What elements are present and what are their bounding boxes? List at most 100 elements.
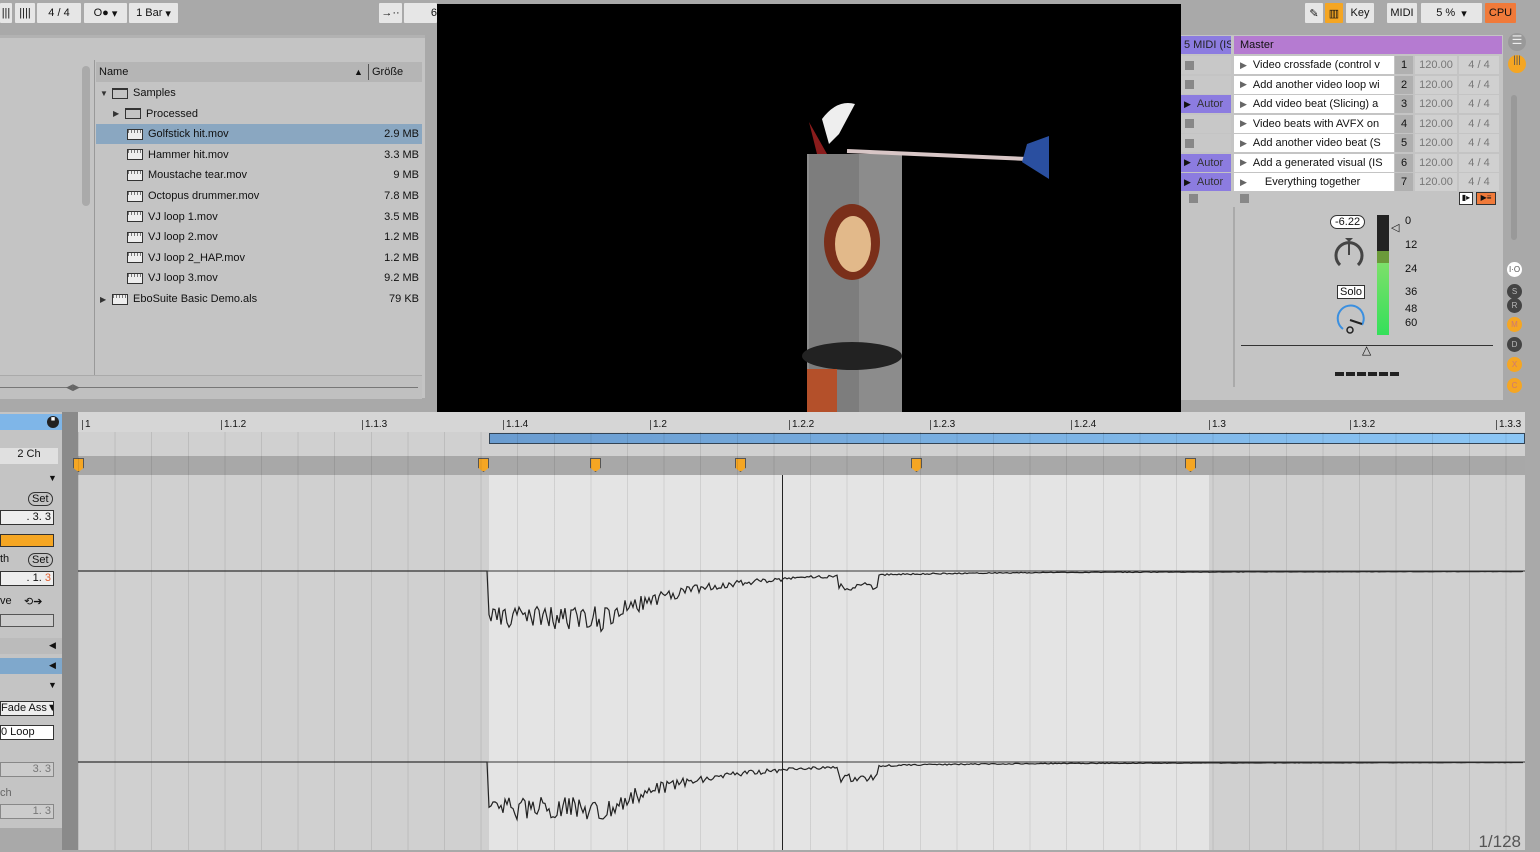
scene-launch-icon[interactable]: ▶ [1234,177,1253,188]
scene-row[interactable]: ▶ Autor ▶ Add video beat (Slicing) a 3 120.00… [1181,95,1503,114]
time-signature[interactable]: 4 / 4 [37,3,81,23]
menu-icon[interactable]: ☰ [1508,33,1526,51]
scene-signature[interactable]: 4 / 4 [1459,134,1499,152]
clip-play-icon[interactable]: ▶ [1181,99,1197,110]
scene-name[interactable]: Video crossfade (control v [1253,59,1380,71]
scene-row[interactable]: ▶ Add another video beat (S 5 120.00 4 / 4 [1181,134,1503,153]
position-field-4[interactable]: 1. 3 [0,804,54,819]
browser-item[interactable]: Octopus drummer.mov 7.8 MB [96,186,422,206]
scene-signature[interactable]: 4 / 4 [1459,173,1499,191]
clip-slot[interactable]: ▶ Autor [1181,95,1231,113]
browser-item[interactable]: VJ loop 1.mov 3.5 MB [96,207,422,227]
cue-volume-knob[interactable] [1335,303,1367,335]
clip-slot[interactable]: ▶ Autor [1181,173,1231,191]
scene-name[interactable]: Add a generated visual (IS [1253,157,1383,169]
warp-mode-select[interactable]: Fade Ass▼ [0,701,54,716]
side-button-r[interactable]: R [1507,298,1522,313]
follow-button[interactable]: →·· [379,3,402,23]
scene-signature[interactable]: 4 / 4 [1459,56,1499,74]
preview-handle-icon[interactable]: ◀▶ [66,382,80,393]
preview-slider[interactable] [0,387,418,388]
stop-icon[interactable] [1185,60,1194,70]
browser-item[interactable]: VJ loop 3.mov 9.2 MB [96,268,422,288]
scene-signature[interactable]: 4 / 4 [1459,75,1499,94]
side-button-s[interactable]: S [1507,284,1522,299]
side-button-d[interactable]: D [1507,337,1522,352]
scene-launch-icon[interactable]: ▶ [1234,138,1253,149]
start-position-field[interactable]: . 3. 3 [0,510,54,525]
browser-item[interactable]: Hammer hit.mov 3.3 MB [96,145,422,165]
scene-tempo[interactable]: 120.00 [1415,173,1457,191]
clip-activator-icon[interactable]: ■ [47,416,59,428]
metronome-icon[interactable]: ||| [0,3,12,23]
draw-mode-icon[interactable]: ✎ [1305,3,1323,23]
session-scrollbar[interactable] [1511,95,1517,240]
clip-slot-empty[interactable] [1181,56,1231,74]
column-name[interactable]: Name [99,66,128,78]
mixer-icon[interactable]: ||| [1508,55,1526,73]
scene-launch-icon[interactable]: ▶ [1234,118,1253,129]
expanded-arrow-icon[interactable]: ▼ [100,89,112,98]
browser-item[interactable]: VJ loop 2.mov 1.2 MB [96,227,422,247]
start-set-button[interactable]: Set [28,492,53,506]
key-map-button[interactable]: Key [1346,3,1374,23]
scene-tempo[interactable]: 120.00 [1415,95,1457,113]
expand-left-icon[interactable]: ◀ [49,640,56,651]
stop-clips-icon[interactable]: ▶≡ [1476,192,1496,205]
clip-slot-empty[interactable] [1181,134,1231,152]
collapsed-arrow-icon[interactable]: ▶ [100,295,112,304]
sample-editor[interactable]: 1 1.1.2 1.1.3 1.1.4 1.2 1.2.2 1.2.3 1.2.4 1.3 1.3… [73,412,1525,851]
clip-slot[interactable]: ▶ Autor [1181,153,1231,172]
scene-signature[interactable]: 4 / 4 [1459,114,1499,133]
scene-launch-icon[interactable]: ▶ [1234,99,1253,110]
stop-all-icon[interactable] [1189,194,1198,203]
browser-item[interactable]: ▼ Samples [96,83,422,103]
scene-name[interactable]: Add another video loop wi [1253,79,1380,91]
volume-fader-handle-icon[interactable]: ◁ [1391,221,1399,234]
browser-item[interactable]: ▶ EboSuite Basic Demo.als 79 KB [96,289,422,309]
quantize-select[interactable]: 1 Bar ▾ [129,3,178,23]
crossfader-handle-icon[interactable]: △ [1362,343,1371,357]
scene-tempo[interactable]: 120.00 [1415,114,1457,133]
stop-icon[interactable] [1185,138,1194,148]
scene-launch-icon[interactable]: ▶ [1234,157,1253,168]
collapse-icon[interactable]: ▼ [48,473,57,483]
clip-slot-empty[interactable] [1181,114,1231,133]
scene-tempo[interactable]: 120.00 [1415,56,1457,74]
expand-left-icon-2[interactable]: ◀ [49,660,56,671]
stop-icon[interactable] [1185,119,1194,128]
clip-play-icon[interactable]: ▶ [1181,157,1197,168]
ruler[interactable]: 1 1.1.2 1.1.3 1.1.4 1.2 1.2.2 1.2.3 1.2.4 1.3 1.3… [78,412,1525,432]
browser-item[interactable]: VJ loop 2_HAP.mov 1.2 MB [96,248,422,268]
bpm-field[interactable]: 6 [404,3,437,23]
collapsed-arrow-icon[interactable]: ▶ [113,109,125,118]
side-button-c[interactable]: C [1507,378,1522,393]
collapse-icon-2[interactable]: ▼ [48,680,57,690]
master-stop-icon[interactable] [1240,194,1249,203]
browser-item[interactable]: Moustache tear.mov 9 MB [96,165,422,185]
length-field[interactable]: . 1. 3 [0,571,54,586]
clip-field[interactable] [0,614,54,627]
scene-launch-icon[interactable]: ▶ [1234,60,1253,71]
scene-tempo[interactable]: 120.00 [1415,134,1457,152]
keyboard-icon[interactable]: ▥ [1325,3,1343,23]
midi-map-button[interactable]: MIDI [1387,3,1417,23]
clip-play-icon[interactable]: ▶ [1181,177,1197,188]
pan-knob[interactable] [1333,235,1365,271]
clip-slot-empty[interactable] [1181,75,1231,94]
solo-button[interactable]: Solo [1337,285,1366,299]
scene-name[interactable]: Add another video beat (S [1253,137,1381,149]
loop-mode-select[interactable]: 0 Loop [0,725,54,740]
length-set-button[interactable]: Set [28,553,53,567]
scene-row[interactable]: ▶ Autor ▶ Everything together 7 120.00 4 / 4 [1181,173,1503,192]
scene-tempo[interactable]: 120.00 [1415,75,1457,94]
side-button-x[interactable]: X [1507,357,1522,372]
scene-launch-icon[interactable]: ▶ [1234,79,1253,90]
scene-name[interactable]: Everything together [1265,176,1360,188]
record-mode[interactable]: O● ▾ [84,3,127,23]
browser-sidebar-scrollbar[interactable] [82,66,90,206]
sort-asc-icon[interactable]: ▲ [354,67,363,77]
column-size[interactable]: Größe [372,66,403,78]
video-window[interactable] [437,4,1181,423]
loop-toggle[interactable] [0,534,54,547]
